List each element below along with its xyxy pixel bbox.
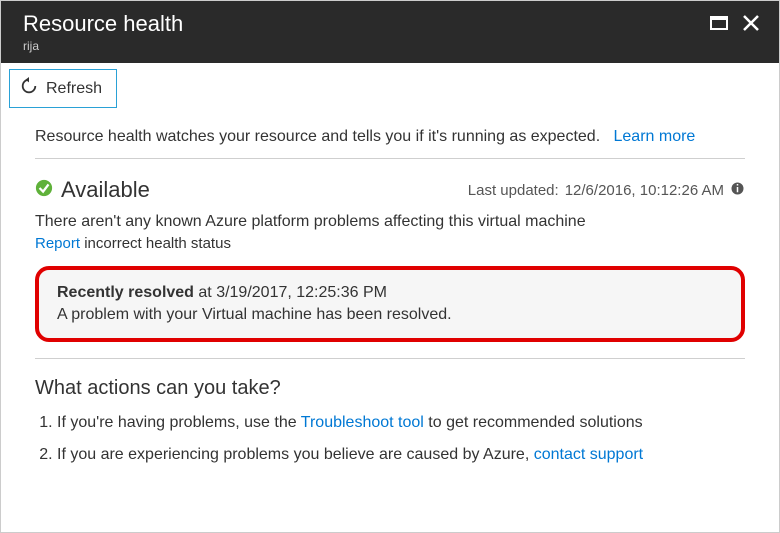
report-link[interactable]: Report xyxy=(35,235,80,252)
refresh-button[interactable]: Refresh xyxy=(9,69,117,108)
divider xyxy=(35,358,745,359)
status-available-icon xyxy=(35,179,53,202)
toolbar: Refresh xyxy=(1,63,779,108)
divider xyxy=(35,158,745,159)
intro-description: Resource health watches your resource an… xyxy=(35,128,600,145)
action-item: If you're having problems, use the Troub… xyxy=(57,414,745,432)
intro-text: Resource health watches your resource an… xyxy=(35,128,745,146)
report-suffix: incorrect health status xyxy=(80,235,231,252)
learn-more-link[interactable]: Learn more xyxy=(614,128,696,145)
action-item: If you are experiencing problems you bel… xyxy=(57,446,745,464)
close-icon[interactable] xyxy=(741,13,761,33)
refresh-icon xyxy=(20,77,38,100)
last-updated-prefix: Last updated: xyxy=(468,182,559,199)
recently-resolved-box: Recently resolved at 3/19/2017, 12:25:36… xyxy=(35,266,745,342)
maximize-icon[interactable] xyxy=(709,13,729,33)
status-label: Available xyxy=(61,177,150,203)
content-area: Resource health watches your resource an… xyxy=(1,108,779,464)
last-updated-value: 12/6/2016, 10:12:26 AM xyxy=(565,182,724,199)
troubleshoot-tool-link[interactable]: Troubleshoot tool xyxy=(301,414,424,431)
action-text: to get recommended solutions xyxy=(424,414,643,431)
info-icon[interactable] xyxy=(730,181,745,200)
refresh-label: Refresh xyxy=(46,80,102,98)
actions-list: If you're having problems, use the Troub… xyxy=(35,414,745,464)
resolved-timestamp: 3/19/2017, 12:25:36 PM xyxy=(216,284,387,301)
blade-title: Resource health xyxy=(23,11,183,37)
last-updated: Last updated: 12/6/2016, 10:12:26 AM xyxy=(468,181,745,200)
actions-heading: What actions can you take? xyxy=(35,377,745,400)
resolved-description: A problem with your Virtual machine has … xyxy=(57,306,723,324)
action-text: If you are experiencing problems you bel… xyxy=(57,446,534,463)
resolved-title: Recently resolved at 3/19/2017, 12:25:36… xyxy=(57,284,723,302)
contact-support-link[interactable]: contact support xyxy=(534,446,643,463)
status-row: Available Last updated: 12/6/2016, 10:12… xyxy=(35,177,745,203)
resolved-at-prefix: at xyxy=(194,284,216,301)
blade-header: Resource health rija xyxy=(1,1,779,63)
status-message: There aren't any known Azure platform pr… xyxy=(35,213,745,231)
status-left: Available xyxy=(35,177,150,203)
action-text: If you're having problems, use the xyxy=(57,414,301,431)
header-title-group: Resource health rija xyxy=(23,11,183,53)
resolved-label: Recently resolved xyxy=(57,284,194,301)
header-controls xyxy=(709,13,761,33)
blade-subtitle: rija xyxy=(23,39,183,53)
report-line: Report incorrect health status xyxy=(35,235,745,252)
